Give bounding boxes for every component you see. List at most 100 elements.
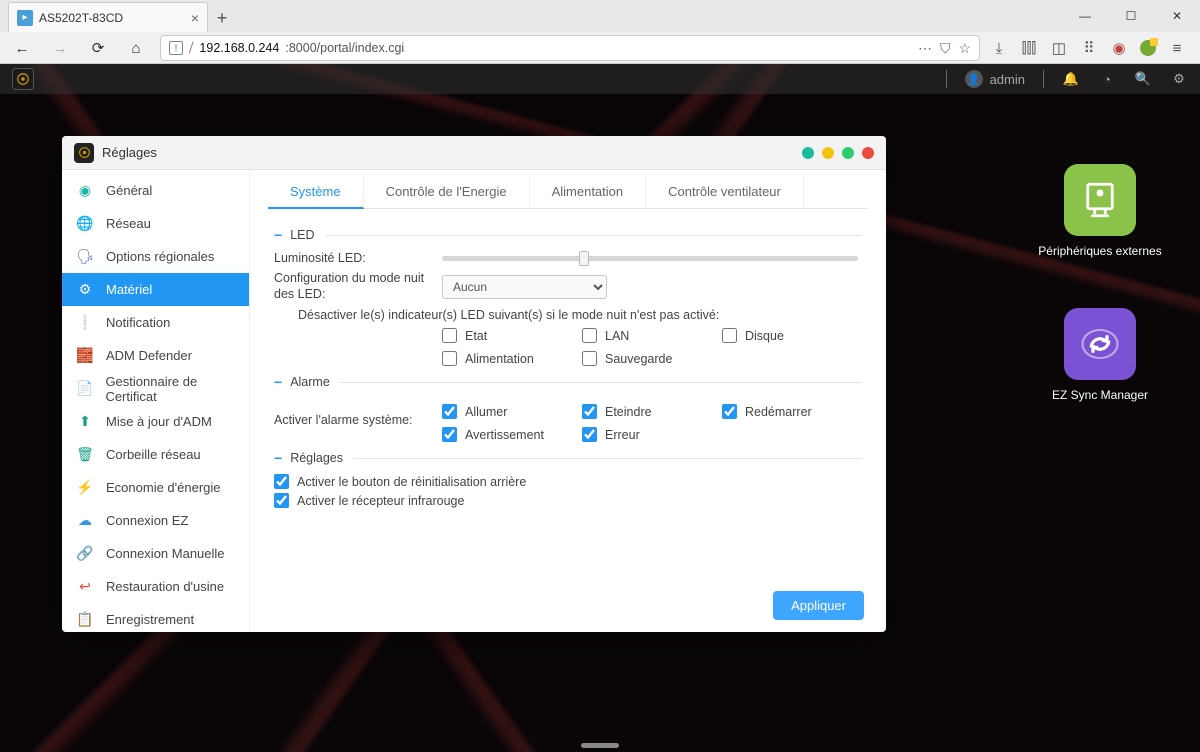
sidebar-item-certificate[interactable]: 📄 Gestionnaire de Certificat: [62, 372, 249, 405]
tab-fan-control[interactable]: Contrôle ventilateur: [646, 176, 804, 208]
chk-etat[interactable]: Etat: [442, 328, 582, 343]
nas-topbar: 👤 admin 🔔 ◔ 🔍 ⚙: [0, 64, 1200, 94]
cloud-icon: ☁: [76, 512, 94, 530]
section-title: Réglages: [290, 451, 343, 465]
bookmark-icon[interactable]: ☆: [958, 40, 971, 57]
ez-sync-icon: [1064, 308, 1136, 380]
reset-icon: ↩: [76, 578, 94, 596]
chk-alimentation[interactable]: Alimentation: [442, 351, 582, 366]
chk-ir-receiver[interactable]: Activer le récepteur infrarouge: [274, 493, 862, 508]
sidebar-item-factory-reset[interactable]: ↩Restauration d'usine: [62, 570, 249, 603]
sidebar-icon[interactable]: ◫: [1050, 39, 1068, 57]
more-actions-icon[interactable]: ⋯: [918, 40, 932, 57]
minimize-icon[interactable]: —: [1062, 0, 1108, 32]
sidebar-item-notification[interactable]: ❕Notification: [62, 306, 249, 339]
tab-power[interactable]: Alimentation: [530, 176, 647, 208]
sidebar-item-registration[interactable]: 📋Enregistrement: [62, 603, 249, 632]
grid-icon[interactable]: ⠿: [1080, 39, 1098, 57]
led-night-select[interactable]: Aucun: [442, 275, 607, 299]
back-button[interactable]: ←: [8, 34, 36, 62]
desktop-icon-ez-sync[interactable]: EZ Sync Manager: [1030, 308, 1170, 404]
settings-tabs: Système Contrôle de l'Energie Alimentati…: [268, 176, 868, 209]
insecure-icon: ⧸: [189, 40, 193, 56]
recycle-icon: 🗑: [76, 446, 94, 464]
sidebar-item-network[interactable]: 🌐Réseau: [62, 207, 249, 240]
chk-lan[interactable]: LAN: [582, 328, 722, 343]
sidebar-item-label: Gestionnaire de Certificat: [105, 374, 235, 404]
section-led-header[interactable]: − LED: [274, 227, 862, 243]
section-reglages-header[interactable]: − Réglages: [274, 450, 862, 466]
sidebar-item-energy[interactable]: ⚡Economie d'énergie: [62, 471, 249, 504]
tab-title: AS5202T-83CD: [39, 11, 123, 25]
tab-close-icon[interactable]: ×: [191, 10, 199, 26]
sidebar-item-regional[interactable]: 🗣Options régionales: [62, 240, 249, 273]
forward-button[interactable]: →: [46, 34, 74, 62]
tab-energy-control[interactable]: Contrôle de l'Energie: [364, 176, 530, 208]
firewall-icon: 🧱: [76, 347, 94, 365]
window-minimize-icon[interactable]: [822, 147, 834, 159]
url-host: 192.168.0.244: [199, 41, 279, 55]
chk-redemarrer[interactable]: Redémarrer: [722, 404, 862, 419]
collapse-icon: −: [274, 450, 282, 466]
menu-icon[interactable]: ≡: [1168, 39, 1186, 57]
sidebar-item-label: Options régionales: [106, 249, 214, 264]
notification-icon: ❕: [76, 314, 94, 332]
task-icon[interactable]: ◔: [1098, 72, 1116, 87]
ext1-icon[interactable]: ◉: [1110, 39, 1128, 57]
ext2-icon[interactable]: [1140, 40, 1156, 56]
window-close-icon[interactable]: [862, 147, 874, 159]
slider-thumb[interactable]: [579, 251, 589, 266]
sidebar-item-label: Réseau: [106, 216, 151, 231]
manual-connect-icon: 🔗: [76, 545, 94, 563]
chk-eteindre[interactable]: Eteindre: [582, 404, 722, 419]
tab-system[interactable]: Système: [268, 176, 364, 209]
chk-avertissement[interactable]: Avertissement: [442, 427, 582, 442]
home-button[interactable]: ⌂: [122, 34, 150, 62]
chk-disque[interactable]: Disque: [722, 328, 862, 343]
sidebar-item-defender[interactable]: 🧱ADM Defender: [62, 339, 249, 372]
section-title: Alarme: [290, 375, 330, 389]
desktop-icon-external-devices[interactable]: Périphériques externes: [1030, 164, 1170, 260]
hardware-icon: ⚙: [76, 281, 94, 299]
chk-reset-button[interactable]: Activer le bouton de réinitialisation ar…: [274, 474, 862, 489]
settings-shortcut-icon[interactable]: ⚙: [1170, 71, 1188, 87]
certificate-icon: 📄: [76, 380, 93, 398]
notification-icon[interactable]: 🔔: [1062, 71, 1080, 87]
new-tab-button[interactable]: +: [208, 4, 236, 32]
window-titlebar[interactable]: Réglages: [62, 136, 886, 170]
avatar-icon: 👤: [965, 70, 983, 88]
nas-desktop: 👤 admin 🔔 ◔ 🔍 ⚙ Périphériques externes E…: [0, 64, 1200, 752]
sidebar-item-general[interactable]: ◉Général: [62, 174, 249, 207]
alarme-activate-label: Activer l'alarme système:: [274, 413, 442, 427]
apply-button[interactable]: Appliquer: [773, 591, 864, 620]
desktop-icon-label: EZ Sync Manager: [1052, 388, 1148, 404]
sidebar-item-manual-connect[interactable]: 🔗Connexion Manuelle: [62, 537, 249, 570]
window-help-icon[interactable]: [802, 147, 814, 159]
search-icon[interactable]: 🔍: [1134, 71, 1152, 87]
chk-sauvegarde[interactable]: Sauvegarde: [582, 351, 722, 366]
sidebar-item-update[interactable]: ⬆Mise à jour d'ADM: [62, 405, 249, 438]
url-input[interactable]: ! ⧸ 192.168.0.244:8000/portal/index.cgi …: [160, 35, 980, 61]
energy-icon: ⚡: [76, 479, 94, 497]
download-icon[interactable]: ⤓: [990, 39, 1008, 57]
led-brightness-slider[interactable]: [442, 256, 858, 261]
sidebar-item-ez-connect[interactable]: ☁ Connexion EZ: [62, 504, 249, 537]
sidebar-item-recycle[interactable]: 🗑Corbeille réseau: [62, 438, 249, 471]
close-window-icon[interactable]: ✕: [1154, 0, 1200, 32]
reload-button[interactable]: ⟳: [84, 34, 112, 62]
chk-allumer[interactable]: Allumer: [442, 404, 582, 419]
browser-tab[interactable]: ▸ AS5202T-83CD ×: [8, 2, 208, 32]
tab-bar: ▸ AS5202T-83CD × + — ☐ ✕: [0, 0, 1200, 32]
dock-handle[interactable]: [581, 743, 619, 748]
reader-icon[interactable]: ⛉: [940, 40, 951, 57]
sidebar-item-label: Connexion EZ: [106, 513, 188, 528]
address-bar: ← → ⟳ ⌂ ! ⧸ 192.168.0.244:8000/portal/in…: [0, 32, 1200, 64]
user-menu[interactable]: 👤 admin: [965, 70, 1025, 88]
library-icon[interactable]: ⫿⫿⫿: [1020, 39, 1038, 57]
chk-erreur[interactable]: Erreur: [582, 427, 722, 442]
sidebar-item-hardware[interactable]: ⚙Matériel: [62, 273, 249, 306]
maximize-icon[interactable]: ☐: [1108, 0, 1154, 32]
nas-logo-icon[interactable]: [12, 68, 34, 90]
window-maximize-icon[interactable]: [842, 147, 854, 159]
section-alarme-header[interactable]: − Alarme: [274, 374, 862, 390]
